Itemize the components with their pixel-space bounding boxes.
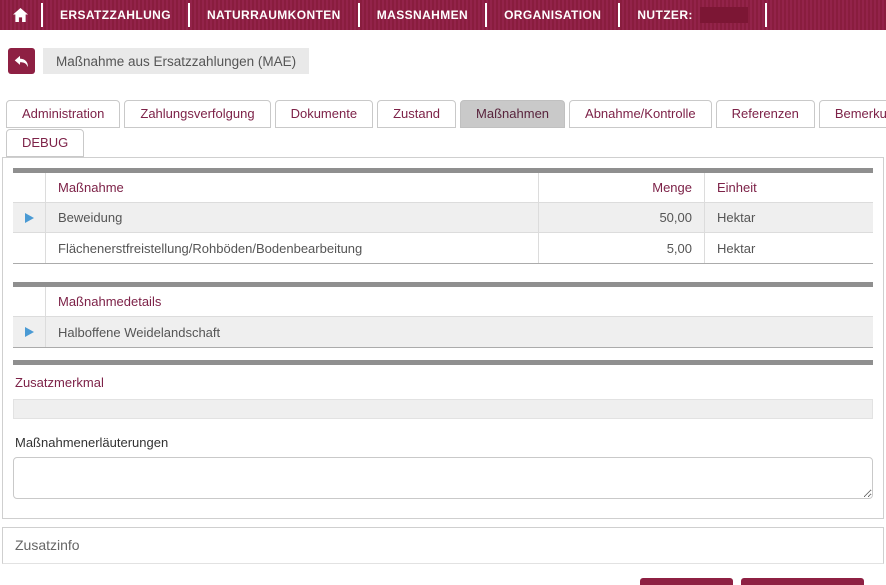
top-navigation-bar: ERSATZZAHLUNG NATURRAUMKONTEN MASSNAHMEN… bbox=[0, 0, 886, 30]
header-icon-cell bbox=[13, 173, 46, 202]
header-massnahmedetails: Maßnahmedetails bbox=[58, 294, 162, 309]
row-icon-cell[interactable] bbox=[13, 317, 46, 347]
back-arrow-icon bbox=[14, 55, 28, 67]
erlaeuterungen-textarea[interactable] bbox=[13, 457, 873, 499]
row-icon-cell bbox=[13, 233, 46, 263]
expand-arrow-icon[interactable] bbox=[24, 212, 34, 223]
row-icon-cell[interactable] bbox=[13, 203, 46, 232]
zusatzmerkmal-label: Zusatzmerkmal bbox=[15, 375, 104, 390]
cell-massnahme: Flächenerstfreistellung/Rohböden/Bodenbe… bbox=[58, 240, 363, 256]
cell-menge: 50,00 bbox=[538, 203, 704, 232]
cell-einheit: Hektar bbox=[704, 233, 873, 263]
cell-einheit: Hektar bbox=[704, 203, 873, 232]
nav-item-ersatzzahlung[interactable]: ERSATZZAHLUNG bbox=[43, 0, 188, 30]
measures-table: Maßnahme Menge Einheit Beweidung 50,00 H… bbox=[13, 173, 873, 264]
tab-bar: Administration Zahlungsverfolgung Dokume… bbox=[2, 100, 886, 157]
tab-zahlungsverfolgung[interactable]: Zahlungsverfolgung bbox=[124, 100, 271, 128]
back-button[interactable] bbox=[8, 48, 35, 74]
header-massnahme: Maßnahme bbox=[58, 180, 124, 195]
table-row[interactable]: Halboffene Weidelandschaft bbox=[13, 317, 873, 347]
header-menge: Menge bbox=[538, 173, 704, 202]
table-row[interactable]: Beweidung 50,00 Hektar bbox=[13, 203, 873, 233]
tab-bemerkungen[interactable]: Bemerkungen bbox=[818, 100, 886, 128]
tab-dokumente[interactable]: Dokumente bbox=[274, 100, 374, 128]
tab-referenzen[interactable]: Referenzen bbox=[715, 100, 815, 128]
tab-row-2: DEBUG bbox=[6, 129, 886, 157]
massnahmen-tab-panel: Maßnahme Menge Einheit Beweidung 50,00 H… bbox=[2, 157, 884, 519]
cell-detail-name: Halboffene Weidelandschaft bbox=[58, 324, 221, 340]
details-table-header: Maßnahmedetails bbox=[13, 287, 873, 317]
header-einheit: Einheit bbox=[704, 173, 873, 202]
bearbeiten-button[interactable]: Bearbeiten bbox=[640, 578, 733, 585]
footer-actions: Bearbeiten Zur Übersicht ... bbox=[0, 578, 864, 585]
nutzer-label: NUTZER: bbox=[637, 8, 693, 22]
nav-separator bbox=[764, 3, 767, 27]
header-icon-cell bbox=[13, 287, 46, 316]
details-table: Maßnahmedetails Halboffene Weidelandscha… bbox=[13, 287, 873, 348]
zusatzmerkmal-field bbox=[13, 399, 873, 419]
tab-debug[interactable]: DEBUG bbox=[6, 129, 85, 157]
tab-abnahme-kontrolle[interactable]: Abnahme/Kontrolle bbox=[569, 100, 712, 128]
measures-table-header: Maßnahme Menge Einheit bbox=[13, 173, 873, 203]
tab-administration[interactable]: Administration bbox=[6, 100, 121, 128]
cell-massnahme: Beweidung bbox=[58, 210, 123, 225]
page-title: Maßnahme aus Ersatzzahlungen (MAE) bbox=[43, 48, 310, 74]
nav-item-nutzer[interactable]: NUTZER: bbox=[620, 0, 764, 30]
table-row[interactable]: Flächenerstfreistellung/Rohböden/Bodenbe… bbox=[13, 233, 873, 263]
username-redacted bbox=[699, 7, 748, 23]
home-icon bbox=[13, 8, 28, 22]
tab-massnahmen[interactable]: Maßnahmen bbox=[460, 100, 566, 128]
toolbar: Maßnahme aus Ersatzzahlungen (MAE) bbox=[8, 48, 886, 74]
zur-uebersicht-button[interactable]: Zur Übersicht ... bbox=[740, 578, 864, 585]
tab-row-1: Administration Zahlungsverfolgung Dokume… bbox=[6, 100, 886, 128]
nav-item-massnahmen[interactable]: MASSNAHMEN bbox=[360, 0, 485, 30]
cell-menge: 5,00 bbox=[538, 233, 704, 263]
nav-item-organisation[interactable]: ORGANISATION bbox=[487, 0, 618, 30]
tab-zustand[interactable]: Zustand bbox=[377, 100, 457, 128]
nav-item-naturraumkonten[interactable]: NATURRAUMKONTEN bbox=[190, 0, 358, 30]
zusatzinfo-panel[interactable]: Zusatzinfo bbox=[2, 527, 884, 564]
expand-arrow-icon[interactable] bbox=[24, 327, 34, 337]
home-button[interactable] bbox=[0, 8, 41, 22]
erlaeuterungen-label: Maßnahmenerläuterungen bbox=[15, 435, 169, 450]
